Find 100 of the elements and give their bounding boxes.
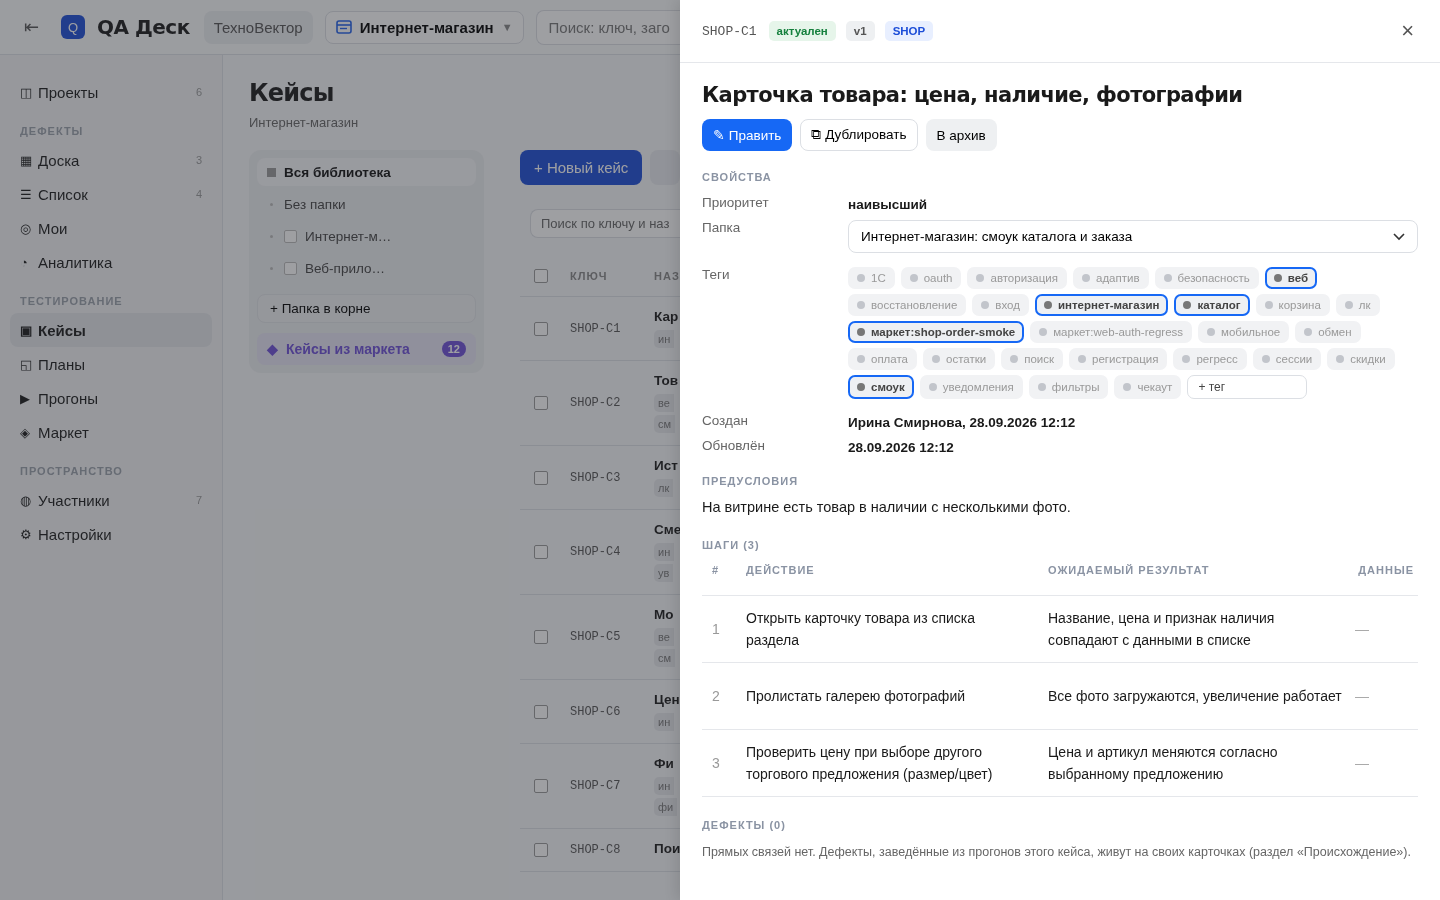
case-key: SHOP-C1 [570, 321, 654, 336]
tag: ин [654, 713, 675, 731]
tag-chip[interactable]: каталог [1174, 294, 1250, 316]
tag: лк [654, 479, 674, 497]
case-title: Тов [654, 373, 678, 388]
case-title: Фи [654, 756, 674, 771]
column-header: НАЗ [654, 270, 680, 282]
step-action: Проверить цену при выборе другого торгового предложения (размер/цвет) [746, 743, 994, 784]
logo-icon: Q [61, 15, 85, 39]
sidebar-item[interactable]: ◈ Маркет [10, 415, 212, 449]
tag-chip[interactable]: лк [1335, 294, 1380, 316]
sidebar-item[interactable]: ⚙ Настройки [10, 517, 212, 551]
tag-chip[interactable]: уведомления [919, 375, 1023, 399]
folder-item[interactable]: Веб-прило… [257, 254, 476, 282]
step-expected: Название, цена и признак наличия совпадают с данными в списке [1048, 609, 1276, 650]
step-expected: Все фото загружаются, увеличение работает [1048, 687, 1343, 706]
tag: ин [654, 330, 675, 348]
step-data: — [1355, 754, 1370, 773]
tag: ин [654, 543, 675, 561]
checkbox[interactable] [534, 630, 548, 644]
tag-chip[interactable]: безопасность [1154, 267, 1259, 289]
tag-chip[interactable]: остатки [923, 348, 996, 370]
case-title: Цен [654, 692, 680, 707]
folder-select[interactable]: Интернет-магазин: смоук каталога и заказа [848, 220, 1418, 253]
tag-chip[interactable]: фильтры [1028, 375, 1109, 399]
case-key: SHOP-C3 [570, 470, 654, 485]
badge: SHOP [884, 21, 934, 41]
checkbox[interactable] [534, 269, 548, 283]
tag: см [654, 649, 676, 667]
case-key: SHOP-C5 [570, 630, 654, 644]
checkbox[interactable] [534, 321, 548, 336]
tag: фи [654, 798, 678, 816]
tag-chip[interactable]: oauth [900, 267, 962, 289]
action-button[interactable]: ✎ Править [702, 119, 793, 151]
new-case-button[interactable]: + Новый кейс [520, 150, 643, 185]
project-select[interactable]: Интернет-магазин ▼ [324, 10, 524, 44]
tag-input[interactable]: + тег [1187, 375, 1308, 399]
defects-text: Прямых связей нет. Дефекты, заведённые из прогонов этого кейса, живут на своих карточках (раздел «Происхождение»). [702, 844, 1412, 861]
column-header: # [711, 563, 721, 578]
tag-chip[interactable]: восстановление [848, 294, 967, 316]
sidebar-item[interactable]: ◔ Аналитика [10, 245, 212, 279]
sidebar-item[interactable]: ◎ Мои [10, 211, 212, 245]
tag-chip[interactable]: 1С [848, 267, 895, 289]
tag-chip[interactable]: вход [972, 294, 1029, 316]
step-data: — [1355, 620, 1370, 639]
checkbox[interactable] [534, 779, 548, 793]
tag-chip[interactable]: веб [1264, 267, 1318, 289]
action-button[interactable]: В архив [925, 119, 997, 151]
action-button[interactable]: ⧉ Дублировать [800, 119, 918, 151]
toolbar-button[interactable] [650, 150, 680, 185]
tag-chip[interactable]: авторизация [967, 267, 1067, 289]
checkbox[interactable] [534, 396, 548, 410]
property-value: наивысший [848, 196, 929, 212]
tag: ве [654, 628, 674, 646]
close-button[interactable]: × [1397, 18, 1418, 44]
folder-item[interactable]: Интернет-м… [257, 222, 476, 250]
tag-chip[interactable]: регистрация [1069, 348, 1168, 370]
tag-chip[interactable]: поиск [1001, 348, 1063, 370]
back-icon[interactable]: ⇤ [24, 16, 39, 38]
checkbox[interactable] [534, 704, 548, 719]
tag-chip[interactable]: мобильное [1198, 321, 1290, 343]
column-header: ОЖИДАЕМЫЙ РЕЗУЛЬТАТ [1048, 563, 1211, 578]
case-key: SHOP-C4 [570, 545, 654, 559]
property-label: Папка [702, 220, 742, 235]
tag-chip[interactable]: сессии [1252, 348, 1322, 370]
column-header: ДЕЙСТВИЕ [746, 563, 816, 578]
tag-chip[interactable]: адаптив [1073, 267, 1149, 289]
badge: актуален [768, 21, 836, 41]
case-title: Кар [654, 309, 679, 324]
tag-chip[interactable]: маркет:shop-order-smoke [848, 321, 1025, 343]
add-folder-button[interactable]: + Папка в корне [257, 294, 476, 323]
tag-chip[interactable]: корзина [1255, 294, 1330, 316]
checkbox[interactable] [534, 470, 548, 485]
tag-chip[interactable]: маркет:web-auth-regress [1030, 321, 1193, 343]
column-header: ДАННЫЕ [1357, 563, 1415, 578]
tag: см [654, 415, 676, 433]
tag-chip[interactable]: регресс [1173, 348, 1247, 370]
tag-chip[interactable]: оплата [848, 348, 917, 370]
section-title: ПРЕДУСЛОВИЯ [702, 475, 800, 487]
tag-chip[interactable]: обмен [1295, 321, 1361, 343]
chevron-down-icon [1393, 232, 1405, 241]
tag: ув [654, 564, 674, 582]
count-badge: 12 [441, 341, 466, 357]
sidebar-item[interactable]: ▣ Кейсы [10, 313, 212, 347]
folder-item[interactable]: Вся библиотека [257, 158, 476, 186]
tag-chip[interactable]: интернет-магазин [1034, 294, 1169, 316]
app-name: QA Деск [97, 15, 190, 39]
column-header: КЛЮЧ [570, 270, 609, 282]
sidebar-item[interactable]: ▶ Прогоны [10, 381, 212, 415]
tag-chip[interactable]: скидки [1327, 348, 1395, 370]
tag-chip[interactable]: смоук [848, 375, 914, 399]
folder-item[interactable]: Без папки [257, 190, 476, 218]
workspace-button[interactable]: ТехноВектор [203, 10, 313, 44]
section-title: ДЕФЕКТЫ (0) [702, 819, 787, 831]
checkbox[interactable] [534, 545, 548, 559]
checkbox[interactable] [534, 843, 548, 857]
sidebar-item[interactable]: ◱ Планы [10, 347, 212, 381]
case-key: SHOP-C7 [570, 779, 654, 793]
market-cases-item[interactable]: ◆ Кейсы из маркета 12 [257, 333, 476, 365]
tag-chip[interactable]: чекаут [1114, 375, 1182, 399]
